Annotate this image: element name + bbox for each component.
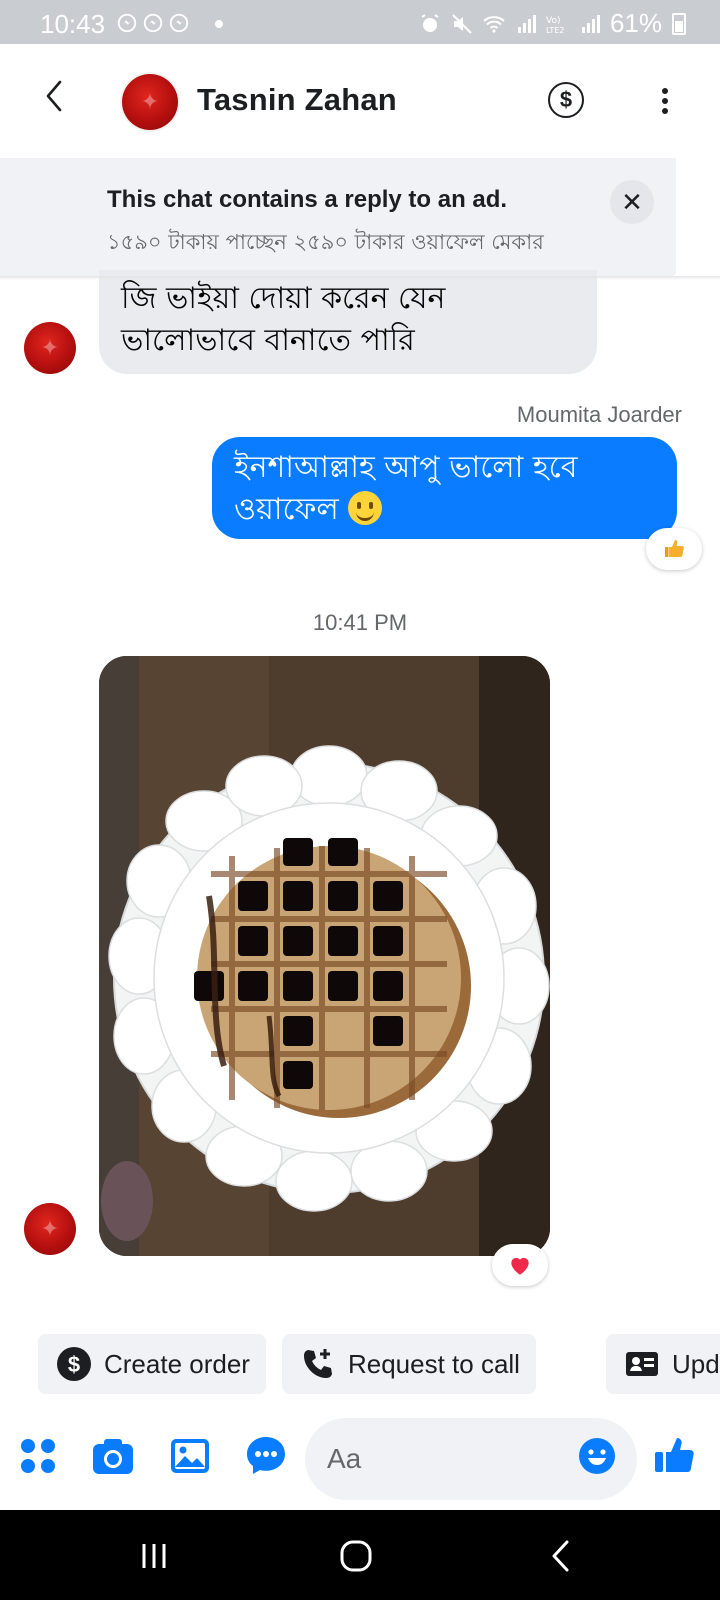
emoji-smile-icon bbox=[579, 1438, 615, 1474]
messenger-notification-icon bbox=[117, 13, 137, 33]
update-chip-clip: Upd bbox=[606, 1334, 720, 1394]
four-dots-icon bbox=[21, 1439, 55, 1473]
volte-signal-icon: Vo)LTE2 bbox=[546, 16, 564, 35]
status-time: 10:43 bbox=[40, 9, 106, 39]
ad-banner-title: This chat contains a reply to an ad. bbox=[107, 186, 508, 213]
svg-text:LTE2: LTE2 bbox=[546, 26, 564, 35]
notification-icons bbox=[116, 12, 190, 34]
avatar[interactable]: ✦ bbox=[122, 74, 178, 130]
battery-percent: 61% bbox=[609, 8, 662, 38]
quick-actions-bar: $ Create order Request to call bbox=[38, 1334, 536, 1394]
chat-header: ✦ Tasnin Zahan $ bbox=[0, 44, 720, 156]
chevron-left-icon bbox=[46, 80, 62, 112]
create-order-button[interactable]: $ Create order bbox=[38, 1334, 266, 1394]
close-banner-button[interactable]: ✕ bbox=[610, 180, 654, 224]
more-options-button[interactable] bbox=[650, 84, 680, 118]
recents-button[interactable] bbox=[132, 1534, 176, 1578]
create-order-label: Create order bbox=[104, 1348, 250, 1379]
gallery-button[interactable] bbox=[168, 1434, 212, 1478]
status-bar: 10:43 Vo) LTE2 61% bbox=[0, 0, 720, 44]
message-avatar[interactable]: ✦ bbox=[24, 1203, 76, 1255]
nav-back-button[interactable] bbox=[540, 1534, 584, 1578]
outgoing-message[interactable]: ইনশাআল্লাহ আপু ভালো হবে ওয়াফেল bbox=[212, 437, 677, 539]
contact-name[interactable]: Tasnin Zahan bbox=[197, 82, 397, 118]
request-to-call-label: Request to call bbox=[347, 1348, 520, 1379]
ad-banner-subtitle: ১৫৯০ টাকায় পাচ্ছেন ২৫৯০ টাকার ওয়াফেল ম… bbox=[107, 230, 544, 254]
banner-shadow bbox=[0, 276, 720, 280]
more-notifications-dot bbox=[215, 20, 223, 28]
battery-icon bbox=[672, 12, 686, 35]
dollar-circle-icon: $ bbox=[56, 1346, 92, 1382]
update-button[interactable]: Upd bbox=[606, 1334, 720, 1394]
home-button[interactable] bbox=[334, 1534, 378, 1578]
message-avatar[interactable]: ✦ bbox=[24, 322, 76, 374]
system-status-icons: Vo) LTE2 61% bbox=[418, 8, 686, 39]
payment-button[interactable]: $ bbox=[548, 82, 584, 118]
alarm-icon bbox=[421, 13, 439, 32]
messenger-notification-icon bbox=[169, 13, 189, 33]
emoji-button[interactable] bbox=[578, 1437, 616, 1475]
like-button[interactable] bbox=[652, 1434, 696, 1478]
avatar-logo-icon: ✦ bbox=[40, 1216, 60, 1242]
system-nav-bar bbox=[0, 1510, 720, 1600]
request-to-call-button[interactable]: Request to call bbox=[281, 1334, 536, 1394]
outgoing-message-text: ইনশাআল্লাহ আপু ভালো হবে ওয়াফেল bbox=[234, 450, 578, 527]
back-button[interactable] bbox=[34, 74, 78, 118]
back-arrow-icon bbox=[552, 1540, 569, 1572]
avatar-logo-icon: ✦ bbox=[40, 335, 60, 361]
close-icon: ✕ bbox=[621, 186, 643, 217]
menu-dots-button[interactable] bbox=[16, 1434, 60, 1478]
messenger-notification-icon bbox=[143, 13, 163, 33]
image-icon bbox=[171, 1439, 209, 1473]
svg-text:Vo): Vo) bbox=[546, 16, 560, 26]
update-label: Upd bbox=[672, 1348, 720, 1379]
saved-replies-button[interactable] bbox=[244, 1434, 288, 1478]
id-card-icon bbox=[624, 1346, 660, 1382]
incoming-message[interactable]: জি ভাইয়া দোয়া করেন যেন ভালোভাবে বানাতে… bbox=[99, 270, 597, 374]
svg-text:$: $ bbox=[68, 1352, 80, 1377]
message-timestamp: 10:41 PM bbox=[312, 610, 408, 635]
waffle-photo-image bbox=[99, 656, 550, 1256]
waffle-photo[interactable] bbox=[99, 656, 550, 1256]
mute-icon bbox=[452, 13, 472, 34]
heart-emoji-icon bbox=[511, 1257, 529, 1275]
recents-icon bbox=[142, 1544, 166, 1568]
thumbs-up-emoji-icon bbox=[665, 540, 684, 557]
chat-bubble-icon bbox=[247, 1437, 285, 1474]
sender-name: Moumita Joarder bbox=[516, 402, 682, 427]
ad-reply-banner[interactable]: This chat contains a reply to an ad. ১৫৯… bbox=[0, 158, 676, 276]
dollar-icon: $ bbox=[559, 87, 573, 112]
signal-icon bbox=[517, 14, 536, 33]
signal-icon bbox=[581, 14, 600, 33]
home-icon bbox=[340, 1540, 372, 1572]
camera-button[interactable] bbox=[91, 1434, 135, 1478]
thumbs-up-reaction[interactable] bbox=[646, 528, 702, 570]
wifi-icon bbox=[483, 15, 505, 33]
smile-emoji-icon bbox=[348, 491, 383, 525]
phone-plus-icon bbox=[300, 1346, 336, 1382]
message-composer bbox=[0, 1412, 720, 1512]
heart-reaction[interactable] bbox=[492, 1244, 548, 1286]
avatar-logo-icon: ✦ bbox=[140, 89, 160, 115]
thumbs-up-icon bbox=[655, 1438, 694, 1472]
camera-icon bbox=[93, 1439, 133, 1474]
